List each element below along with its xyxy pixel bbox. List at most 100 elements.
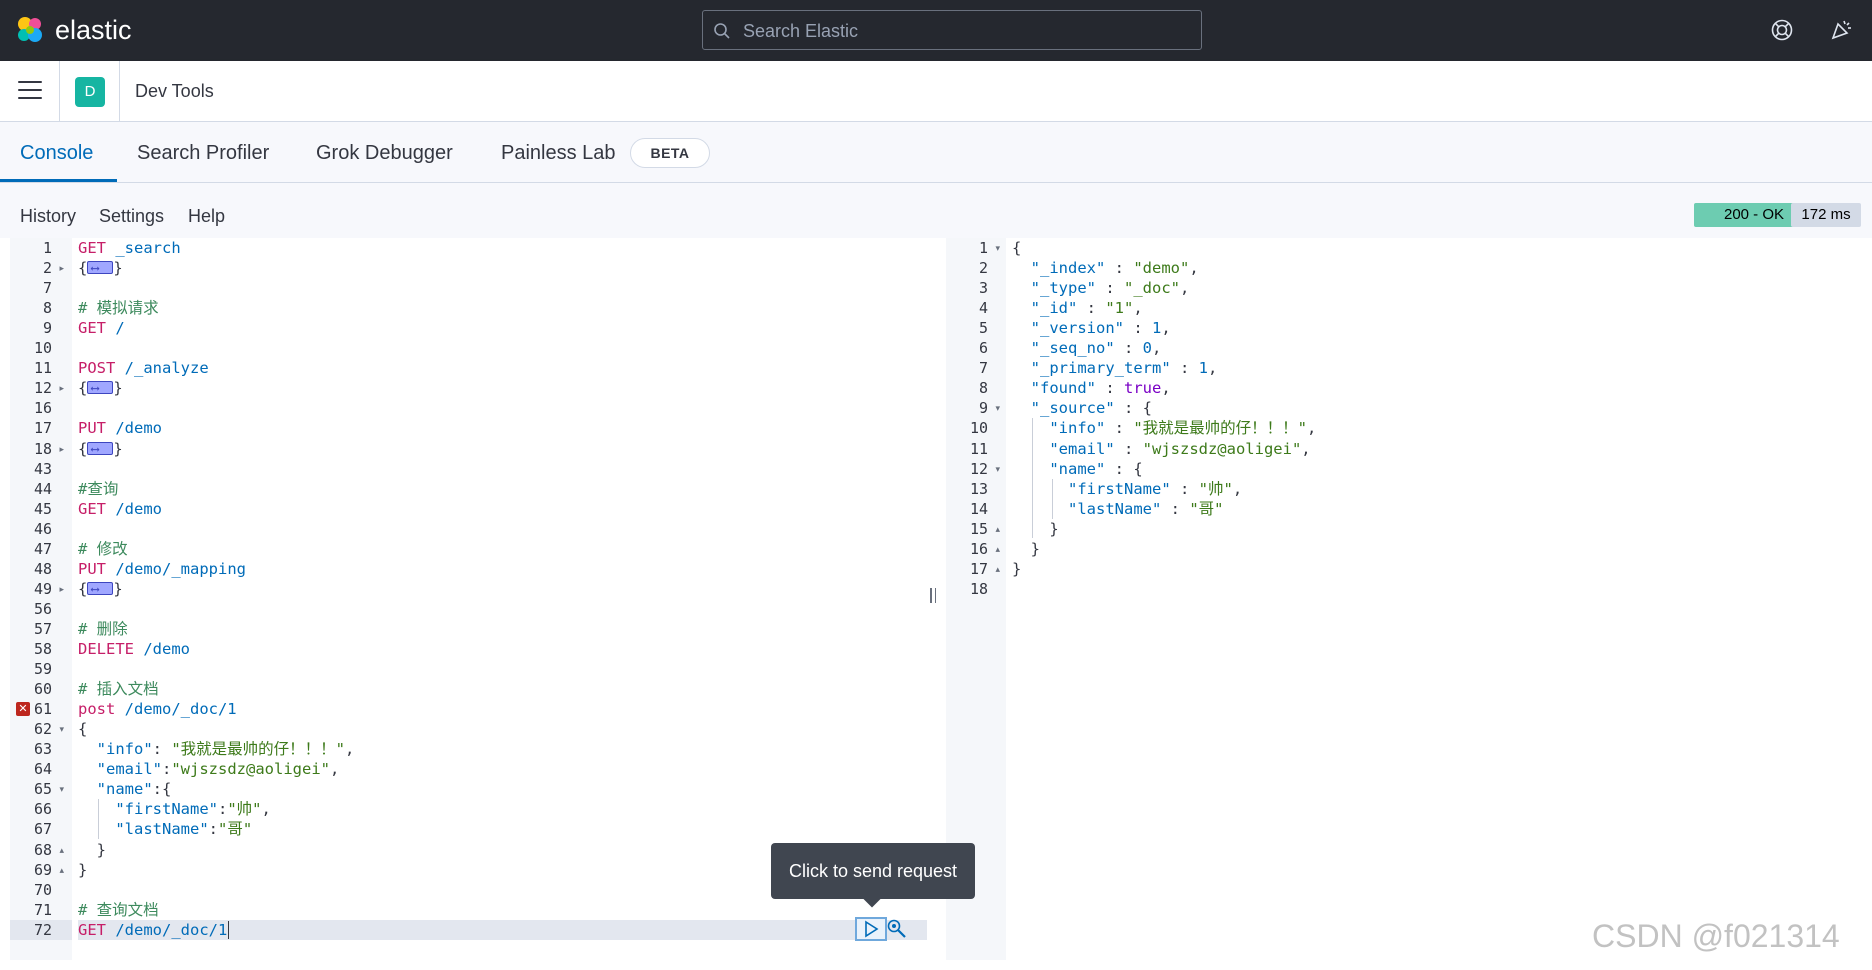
response-line[interactable]: "_index" : "demo", [1012, 258, 1862, 278]
help-link[interactable]: Help [188, 205, 225, 227]
request-line[interactable]: GET / [78, 318, 927, 338]
response-line[interactable]: "_version" : 1, [1012, 318, 1862, 338]
request-line[interactable]: PUT /demo/_mapping [78, 559, 927, 579]
tab-grok-debugger[interactable]: Grok Debugger [316, 140, 453, 166]
code-token: "firstName" [115, 800, 218, 818]
code-token: 1 [1152, 319, 1162, 337]
request-line[interactable] [78, 519, 927, 539]
response-line[interactable]: } [1012, 539, 1862, 559]
request-line[interactable]: POST /_analyze [78, 358, 927, 378]
elastic-logo-icon[interactable] [14, 14, 46, 46]
request-line[interactable]: { [78, 719, 927, 739]
code-token: "firstName" [1068, 480, 1171, 498]
request-line[interactable]: "name":{ [78, 779, 927, 799]
tab-search-profiler[interactable]: Search Profiler [137, 140, 269, 166]
request-line[interactable] [78, 599, 927, 619]
request-line[interactable] [78, 398, 927, 418]
response-line[interactable] [1012, 579, 1862, 599]
response-line[interactable]: "firstName" : "帅", [1012, 479, 1862, 499]
request-line[interactable]: # 修改 [78, 539, 927, 559]
response-line[interactable]: "found" : true, [1012, 378, 1862, 398]
help-icon[interactable] [1770, 18, 1794, 42]
request-line[interactable]: GET _search [78, 238, 927, 258]
tab-console[interactable]: Console [20, 140, 93, 166]
request-line[interactable]: {} [78, 378, 927, 398]
response-line[interactable]: "_source" : { [1012, 398, 1862, 418]
request-line[interactable]: DELETE /demo [78, 639, 927, 659]
panel-resize-handle[interactable] [930, 588, 940, 608]
request-line[interactable]: "lastName":"哥" [78, 819, 927, 839]
request-line[interactable]: "email":"wjszsdz@aoligei", [78, 759, 927, 779]
response-line[interactable]: "_type" : "_doc", [1012, 278, 1862, 298]
fold-expand-icon[interactable]: ▸ [59, 258, 64, 278]
fold-expand-icon[interactable]: ▸ [59, 579, 64, 599]
folded-block-icon[interactable] [87, 258, 114, 278]
fold-collapse-icon[interactable]: ▴ [59, 860, 64, 880]
settings-link[interactable]: Settings [99, 205, 164, 227]
search-placeholder: Search Elastic [743, 21, 859, 41]
code-token: GET [78, 500, 106, 518]
send-request-button[interactable] [855, 917, 887, 941]
menu-toggle-icon[interactable] [18, 81, 42, 101]
request-line[interactable]: # 查询文档 [78, 900, 927, 920]
request-line[interactable]: GET /demo/_doc/1 [78, 920, 927, 940]
fold-expand-icon[interactable]: ▸ [59, 439, 64, 459]
folded-block-icon[interactable] [87, 579, 114, 599]
fold-collapse-icon[interactable]: ▾ [59, 779, 64, 799]
response-line[interactable]: "email" : "wjszsdz@aoligei", [1012, 439, 1862, 459]
folded-block-icon[interactable] [87, 439, 114, 459]
tab-painless-lab[interactable]: Painless Lab [501, 140, 616, 166]
response-line[interactable]: { [1012, 238, 1862, 258]
fold-collapse-icon[interactable]: ▾ [995, 459, 1000, 479]
response-line[interactable]: } [1012, 519, 1862, 539]
global-search-input[interactable]: Search Elastic [702, 10, 1202, 50]
request-line[interactable] [78, 278, 927, 298]
response-line[interactable]: "_primary_term" : 1, [1012, 358, 1862, 378]
folded-block-icon[interactable] [87, 378, 114, 398]
text-cursor [228, 921, 230, 939]
response-line[interactable]: } [1012, 559, 1862, 579]
response-editor[interactable]: 1 ▾ 2 3 4 5 6 7 8 9 ▾ 10 11 12 ▾ 13 14 15 ▴ 16 ▴ 17 ▴ 18 { "_in… [946, 238, 1862, 960]
fold-collapse-icon[interactable]: ▴ [59, 840, 64, 860]
request-line[interactable] [78, 338, 927, 358]
response-line[interactable]: "lastName" : "哥" [1012, 499, 1862, 519]
fold-expand-icon[interactable]: ▸ [59, 378, 64, 398]
request-line[interactable]: # 删除 [78, 619, 927, 639]
request-line[interactable]: #查询 [78, 479, 927, 499]
request-line[interactable]: {} [78, 258, 927, 278]
response-line[interactable]: "name" : { [1012, 459, 1862, 479]
request-line[interactable]: post /demo/_doc/1 [78, 699, 927, 719]
space-avatar[interactable]: D [75, 77, 105, 107]
brand-name[interactable]: elastic [55, 14, 132, 46]
request-line[interactable]: {} [78, 579, 927, 599]
beta-badge: BETA [630, 138, 710, 168]
line-number: 8 [42, 299, 52, 317]
fold-collapse-icon[interactable]: ▴ [995, 539, 1000, 559]
request-line[interactable] [78, 459, 927, 479]
response-code[interactable]: { "_index" : "demo", "_type" : "_doc", "… [1012, 238, 1862, 960]
request-line[interactable]: GET /demo [78, 499, 927, 519]
code-token: "1" [1105, 299, 1134, 317]
request-line[interactable]: "info": "我就是最帅的仔！！！", [78, 739, 927, 759]
history-link[interactable]: History [20, 205, 76, 227]
code-token: , [1161, 379, 1171, 397]
request-line[interactable]: "firstName":"帅", [78, 799, 927, 819]
response-line[interactable]: "_seq_no" : 0, [1012, 338, 1862, 358]
fold-collapse-icon[interactable]: ▴ [995, 519, 1000, 539]
error-marker-icon[interactable]: ✕ [16, 702, 30, 716]
fold-collapse-icon[interactable]: ▴ [995, 559, 1000, 579]
fold-collapse-icon[interactable]: ▾ [995, 238, 1000, 258]
request-line[interactable]: PUT /demo [78, 418, 927, 438]
request-line[interactable] [78, 659, 927, 679]
wrench-icon[interactable] [885, 918, 909, 940]
request-line[interactable]: {} [78, 439, 927, 459]
response-line[interactable]: "info" : "我就是最帅的仔！！！", [1012, 418, 1862, 438]
request-line[interactable]: # 插入文档 [78, 679, 927, 699]
fold-collapse-icon[interactable]: ▾ [995, 398, 1000, 418]
response-line[interactable]: "_id" : "1", [1012, 298, 1862, 318]
fold-collapse-icon[interactable]: ▾ [59, 719, 64, 739]
request-line[interactable]: # 模拟请求 [78, 298, 927, 318]
line-number: 18 [33, 440, 52, 458]
newsfeed-icon[interactable] [1830, 17, 1854, 41]
